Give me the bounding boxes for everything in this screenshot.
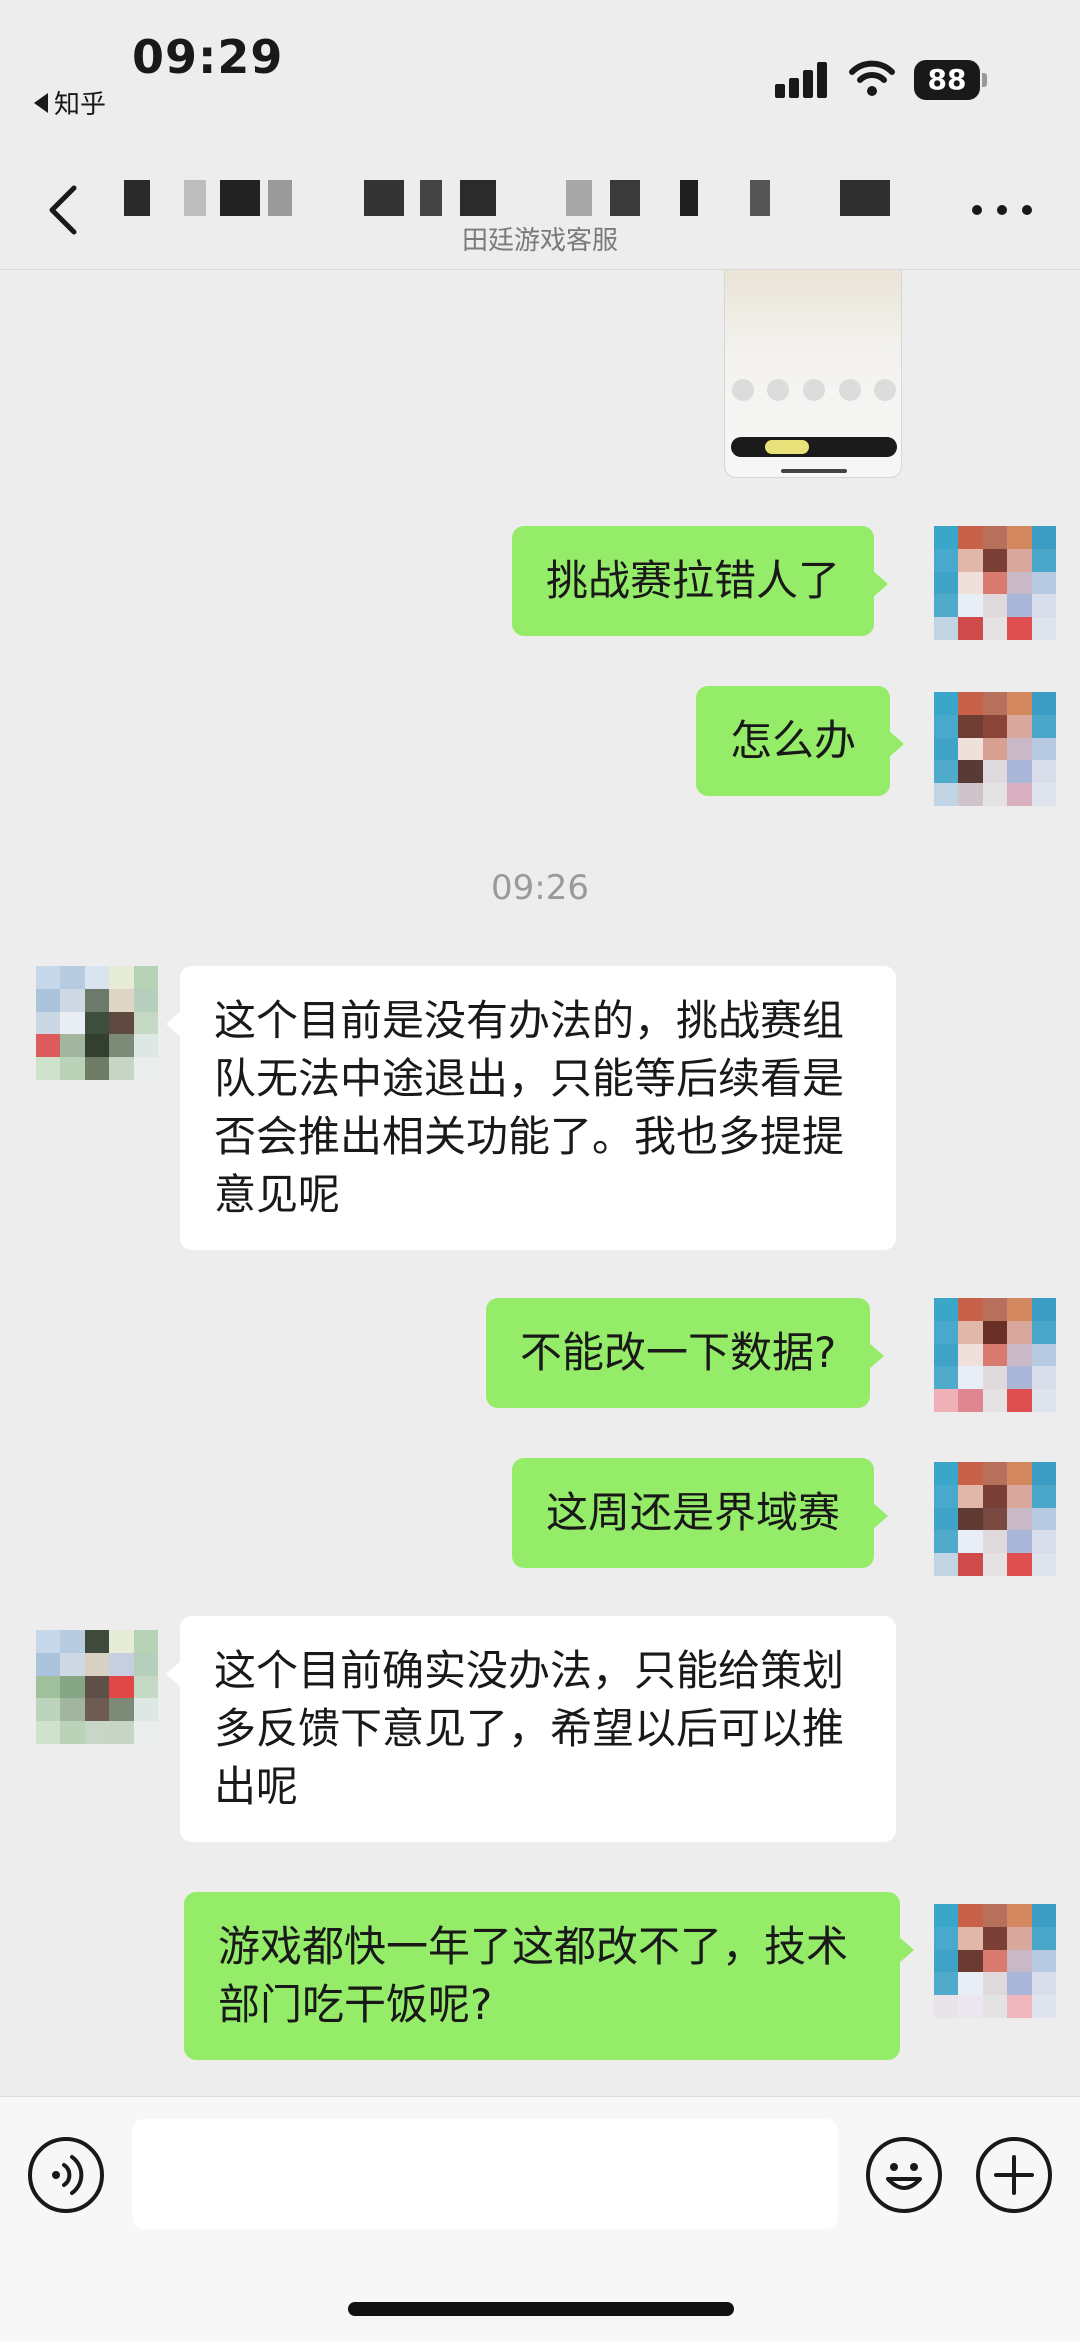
my-avatar[interactable] bbox=[934, 1298, 1056, 1412]
outgoing-message-bubble[interactable]: 这周还是界域赛 bbox=[512, 1458, 889, 1568]
cellular-signal-icon bbox=[775, 62, 829, 98]
agent-avatar[interactable] bbox=[36, 1630, 158, 1744]
outgoing-message-bubble[interactable]: 挑战赛拉错人了 bbox=[512, 526, 889, 636]
my-avatar[interactable] bbox=[934, 526, 1056, 640]
status-bar: 09:29 知乎 88 bbox=[0, 0, 1080, 150]
chat-subtitle: 田廷游戏客服 bbox=[461, 226, 618, 256]
battery-level: 88 bbox=[914, 60, 980, 100]
battery-icon: 88 bbox=[914, 60, 987, 100]
my-avatar[interactable] bbox=[934, 692, 1056, 806]
outgoing-message-bubble[interactable]: 游戏都快一年了这都改不了，技术部门吃干饭呢? bbox=[184, 1892, 914, 2060]
outgoing-message-bubble[interactable]: 不能改一下数据? bbox=[486, 1298, 885, 1408]
voice-icon[interactable] bbox=[28, 2137, 104, 2213]
back-app-label: 知乎 bbox=[54, 90, 107, 120]
more-dots-icon[interactable] bbox=[972, 198, 1032, 222]
agent-avatar[interactable] bbox=[36, 966, 158, 1080]
outgoing-message-bubble[interactable]: 怎么办 bbox=[696, 686, 905, 796]
incoming-message-bubble[interactable]: 这个目前是没有办法的，挑战赛组队无法中途退出，只能等后续看是否会推出相关功能了。… bbox=[166, 966, 896, 1250]
emoji-icon[interactable] bbox=[866, 2137, 942, 2213]
my-avatar[interactable] bbox=[934, 1904, 1056, 2018]
status-time: 09:29 bbox=[132, 30, 284, 84]
chat-header: 田廷游戏客服 bbox=[0, 150, 1080, 270]
message-input[interactable] bbox=[132, 2119, 838, 2229]
incoming-message-bubble[interactable]: 这个目前确实没办法，只能给策划多反馈下意见了，希望以后可以推出呢 bbox=[166, 1616, 896, 1842]
back-triangle-icon bbox=[34, 92, 48, 113]
plus-icon[interactable] bbox=[976, 2137, 1052, 2213]
wifi-icon bbox=[849, 60, 895, 96]
image-message-thumbnail[interactable] bbox=[724, 268, 902, 478]
home-indicator[interactable] bbox=[348, 2302, 734, 2316]
back-to-app-link[interactable]: 知乎 bbox=[34, 84, 106, 121]
message-timestamp: 09:26 bbox=[491, 868, 589, 908]
my-avatar[interactable] bbox=[934, 1462, 1056, 1576]
